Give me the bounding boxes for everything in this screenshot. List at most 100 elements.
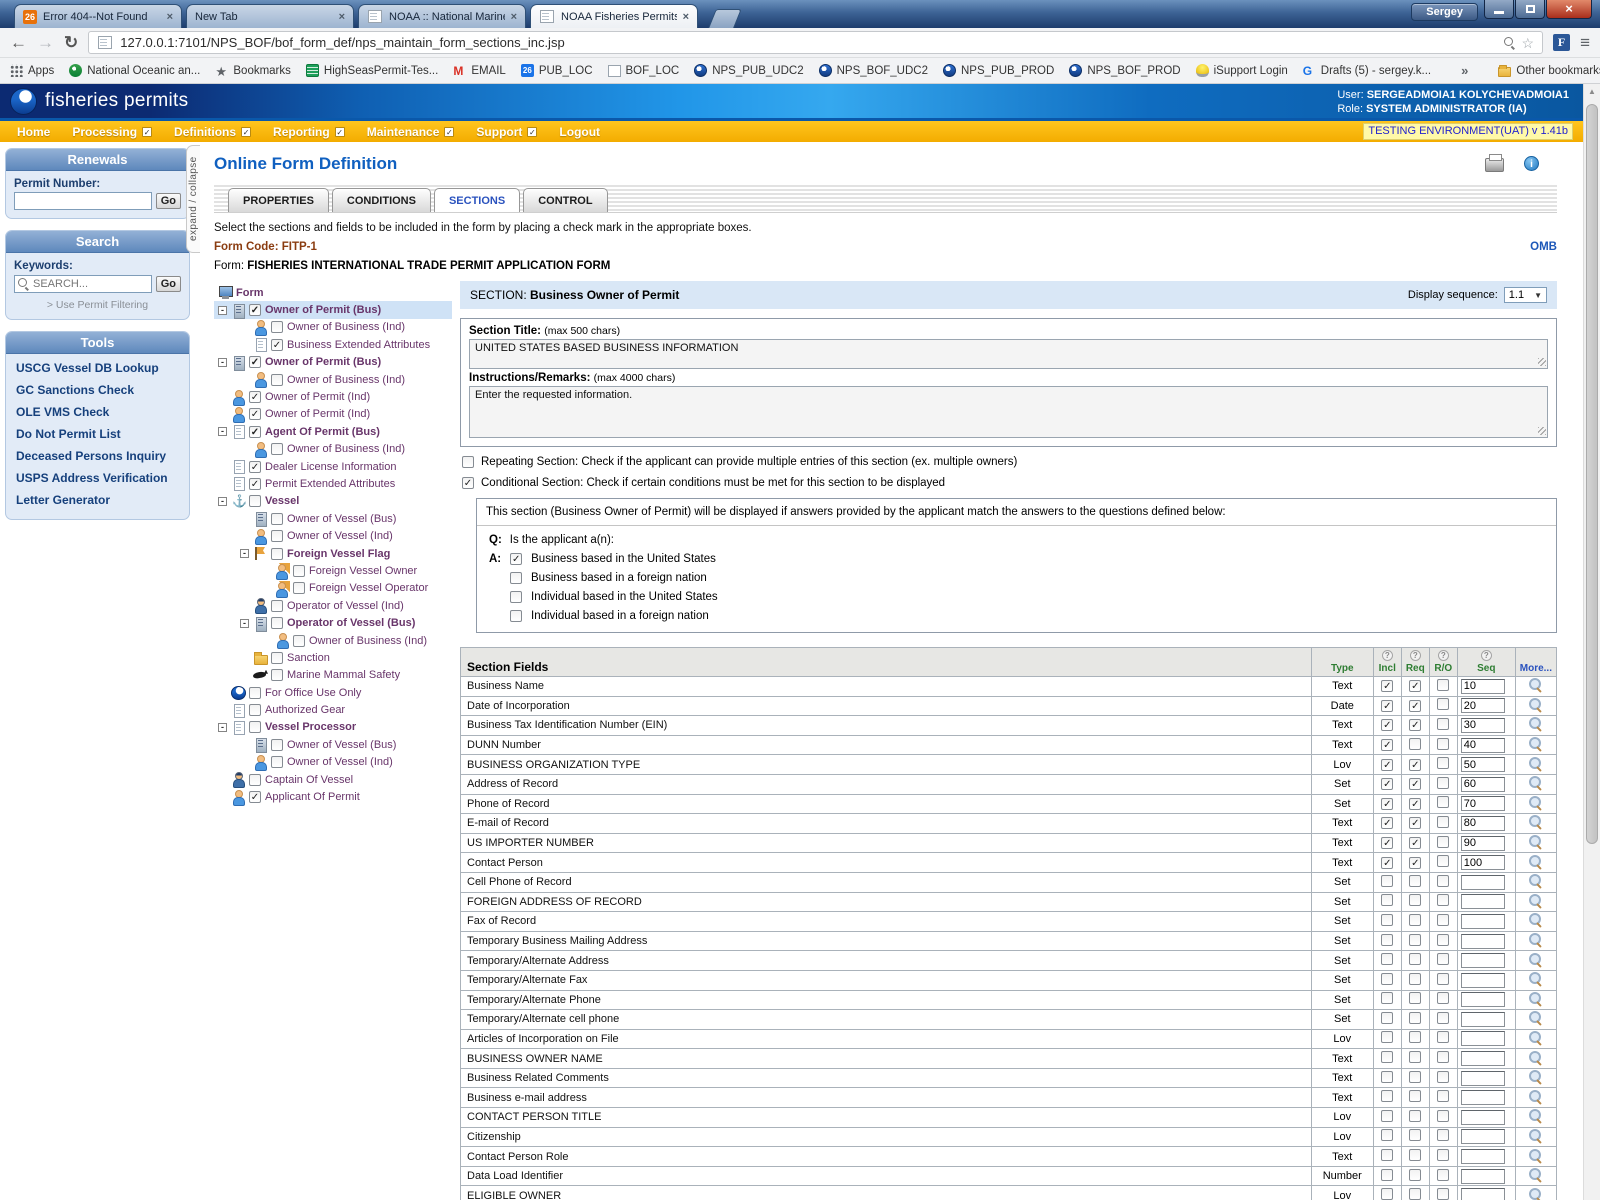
more-zoom-icon[interactable] — [1529, 1109, 1542, 1122]
tree-row[interactable]: ✓Owner of Permit (Ind) — [214, 388, 452, 405]
tool-link-deceased-persons-inquiry[interactable]: Deceased Persons Inquiry — [6, 445, 189, 467]
info-icon[interactable]: i — [1524, 156, 1539, 171]
seq-input[interactable] — [1461, 1149, 1505, 1164]
seq-input[interactable] — [1461, 875, 1505, 890]
tree-row[interactable]: -✓Owner of Permit (Bus) — [214, 354, 452, 371]
seq-input[interactable] — [1461, 738, 1505, 753]
tree-row[interactable]: -Vessel — [214, 493, 452, 510]
tree-checkbox[interactable]: ✓ — [249, 426, 261, 438]
dropdown-checkbox-icon[interactable]: ✓ — [241, 127, 251, 137]
tree-row[interactable]: Marine Mammal Safety — [214, 667, 452, 684]
tree-checkbox[interactable] — [271, 513, 283, 525]
nav-item-maintenance[interactable]: Maintenance✓ — [356, 125, 466, 139]
tree-row[interactable]: ✓Owner of Permit (Ind) — [214, 406, 452, 423]
req-checkbox[interactable]: ✓ — [1409, 857, 1421, 869]
tree-root[interactable]: Form — [214, 284, 452, 301]
seq-input[interactable] — [1461, 698, 1505, 713]
tree-item-label[interactable]: Vessel — [265, 495, 299, 507]
tree-row[interactable]: -✓Agent Of Permit (Bus) — [214, 423, 452, 440]
tree-item-label[interactable]: Business Extended Attributes — [287, 339, 430, 351]
more-zoom-icon[interactable] — [1529, 678, 1542, 691]
seq-input[interactable] — [1461, 777, 1505, 792]
browser-tab[interactable]: NOAA :: National Marine F× — [358, 4, 526, 28]
incl-checkbox[interactable]: ✓ — [1381, 798, 1393, 810]
ro-checkbox[interactable] — [1437, 894, 1449, 906]
tool-link-usps-address-verification[interactable]: USPS Address Verification — [6, 467, 189, 489]
req-checkbox[interactable]: ✓ — [1409, 837, 1421, 849]
tree-row[interactable]: Owner of Vessel (Ind) — [214, 754, 452, 771]
ro-checkbox[interactable] — [1437, 1129, 1449, 1141]
other-bookmarks[interactable]: Other bookmarks — [1498, 65, 1600, 77]
dropdown-checkbox-icon[interactable]: ✓ — [142, 127, 152, 137]
tree-checkbox[interactable]: ✓ — [249, 478, 261, 490]
tab-control[interactable]: CONTROL — [523, 188, 607, 212]
overflow-chevron-icon[interactable]: » — [1461, 63, 1468, 78]
tree-item-label[interactable]: Dealer License Information — [265, 461, 396, 473]
req-checkbox[interactable] — [1409, 934, 1421, 946]
tree-checkbox[interactable] — [249, 687, 261, 699]
ro-checkbox[interactable] — [1437, 698, 1449, 710]
section-title-textarea[interactable] — [469, 339, 1548, 369]
req-checkbox[interactable] — [1409, 973, 1421, 985]
tree-item-label[interactable]: For Office Use Only — [265, 687, 361, 699]
bookmark-item[interactable]: NPS_BOF_UDC2 — [819, 64, 928, 77]
more-zoom-icon[interactable] — [1529, 815, 1542, 828]
tree-checkbox[interactable] — [293, 565, 305, 577]
more-zoom-icon[interactable] — [1529, 992, 1542, 1005]
tree-row[interactable]: Owner of Vessel (Bus) — [214, 736, 452, 753]
seq-input[interactable] — [1461, 816, 1505, 831]
ro-checkbox[interactable] — [1437, 1031, 1449, 1043]
nav-item-definitions[interactable]: Definitions✓ — [163, 125, 262, 139]
incl-checkbox[interactable]: ✓ — [1381, 739, 1393, 751]
tree-checkbox[interactable] — [249, 495, 261, 507]
tree-expander[interactable]: - — [240, 549, 249, 558]
tree-row[interactable]: -✓Owner of Permit (Bus) — [214, 301, 452, 318]
tab-close-icon[interactable]: × — [167, 11, 173, 23]
ro-checkbox[interactable] — [1437, 836, 1449, 848]
tree-row[interactable]: ✓Applicant Of Permit — [214, 788, 452, 805]
back-button[interactable]: ← — [10, 34, 27, 51]
incl-checkbox[interactable] — [1381, 1169, 1393, 1181]
bookmark-item[interactable]: iSupport Login — [1196, 64, 1288, 77]
tree-expander[interactable]: - — [218, 427, 227, 436]
seq-input[interactable] — [1461, 796, 1505, 811]
tree-checkbox[interactable] — [271, 669, 283, 681]
dropdown-checkbox-icon[interactable]: ✓ — [444, 127, 454, 137]
req-checkbox[interactable] — [1409, 1012, 1421, 1024]
bookmark-item[interactable]: MEMAIL — [453, 64, 506, 77]
incl-checkbox[interactable] — [1381, 1188, 1393, 1200]
ro-checkbox[interactable] — [1437, 992, 1449, 1004]
permit-filtering-link[interactable]: > Use Permit Filtering — [14, 299, 181, 311]
col-more[interactable]: More... — [1515, 648, 1556, 677]
req-checkbox[interactable] — [1409, 1169, 1421, 1181]
tree-row[interactable]: Owner of Vessel (Ind) — [214, 527, 452, 544]
minimize-button[interactable] — [1484, 0, 1514, 19]
bookmark-item[interactable]: NPS_PUB_UDC2 — [694, 64, 803, 77]
tree-checkbox[interactable] — [271, 652, 283, 664]
tool-link-do-not-permit-list[interactable]: Do Not Permit List — [6, 423, 189, 445]
more-zoom-icon[interactable] — [1529, 1070, 1542, 1083]
seq-input[interactable] — [1461, 718, 1505, 733]
more-zoom-icon[interactable] — [1529, 835, 1542, 848]
seq-input[interactable] — [1461, 894, 1505, 909]
more-zoom-icon[interactable] — [1529, 855, 1542, 868]
maximize-button[interactable] — [1515, 0, 1545, 19]
req-checkbox[interactable] — [1409, 1090, 1421, 1102]
tree-row[interactable]: Owner of Business (Ind) — [214, 632, 452, 649]
req-checkbox[interactable]: ✓ — [1409, 680, 1421, 692]
ro-checkbox[interactable] — [1437, 1051, 1449, 1063]
seq-input[interactable] — [1461, 1129, 1505, 1144]
tree-row[interactable]: ✓Business Extended Attributes — [214, 336, 452, 353]
omb-link[interactable]: OMB — [1530, 241, 1557, 253]
tree-item-label[interactable]: Owner of Vessel (Ind) — [287, 756, 393, 768]
tree-checkbox[interactable] — [271, 739, 283, 751]
tree-checkbox[interactable] — [249, 721, 261, 733]
more-zoom-icon[interactable] — [1529, 776, 1542, 789]
tree-checkbox[interactable]: ✓ — [249, 391, 261, 403]
tree-row[interactable]: ✓Dealer License Information — [214, 458, 452, 475]
seq-input[interactable] — [1461, 992, 1505, 1007]
bookmark-item[interactable]: ★Bookmarks — [215, 64, 291, 77]
tree-checkbox[interactable] — [271, 321, 283, 333]
display-sequence-select[interactable]: 1.1▼ — [1504, 287, 1547, 303]
req-checkbox[interactable]: ✓ — [1409, 817, 1421, 829]
